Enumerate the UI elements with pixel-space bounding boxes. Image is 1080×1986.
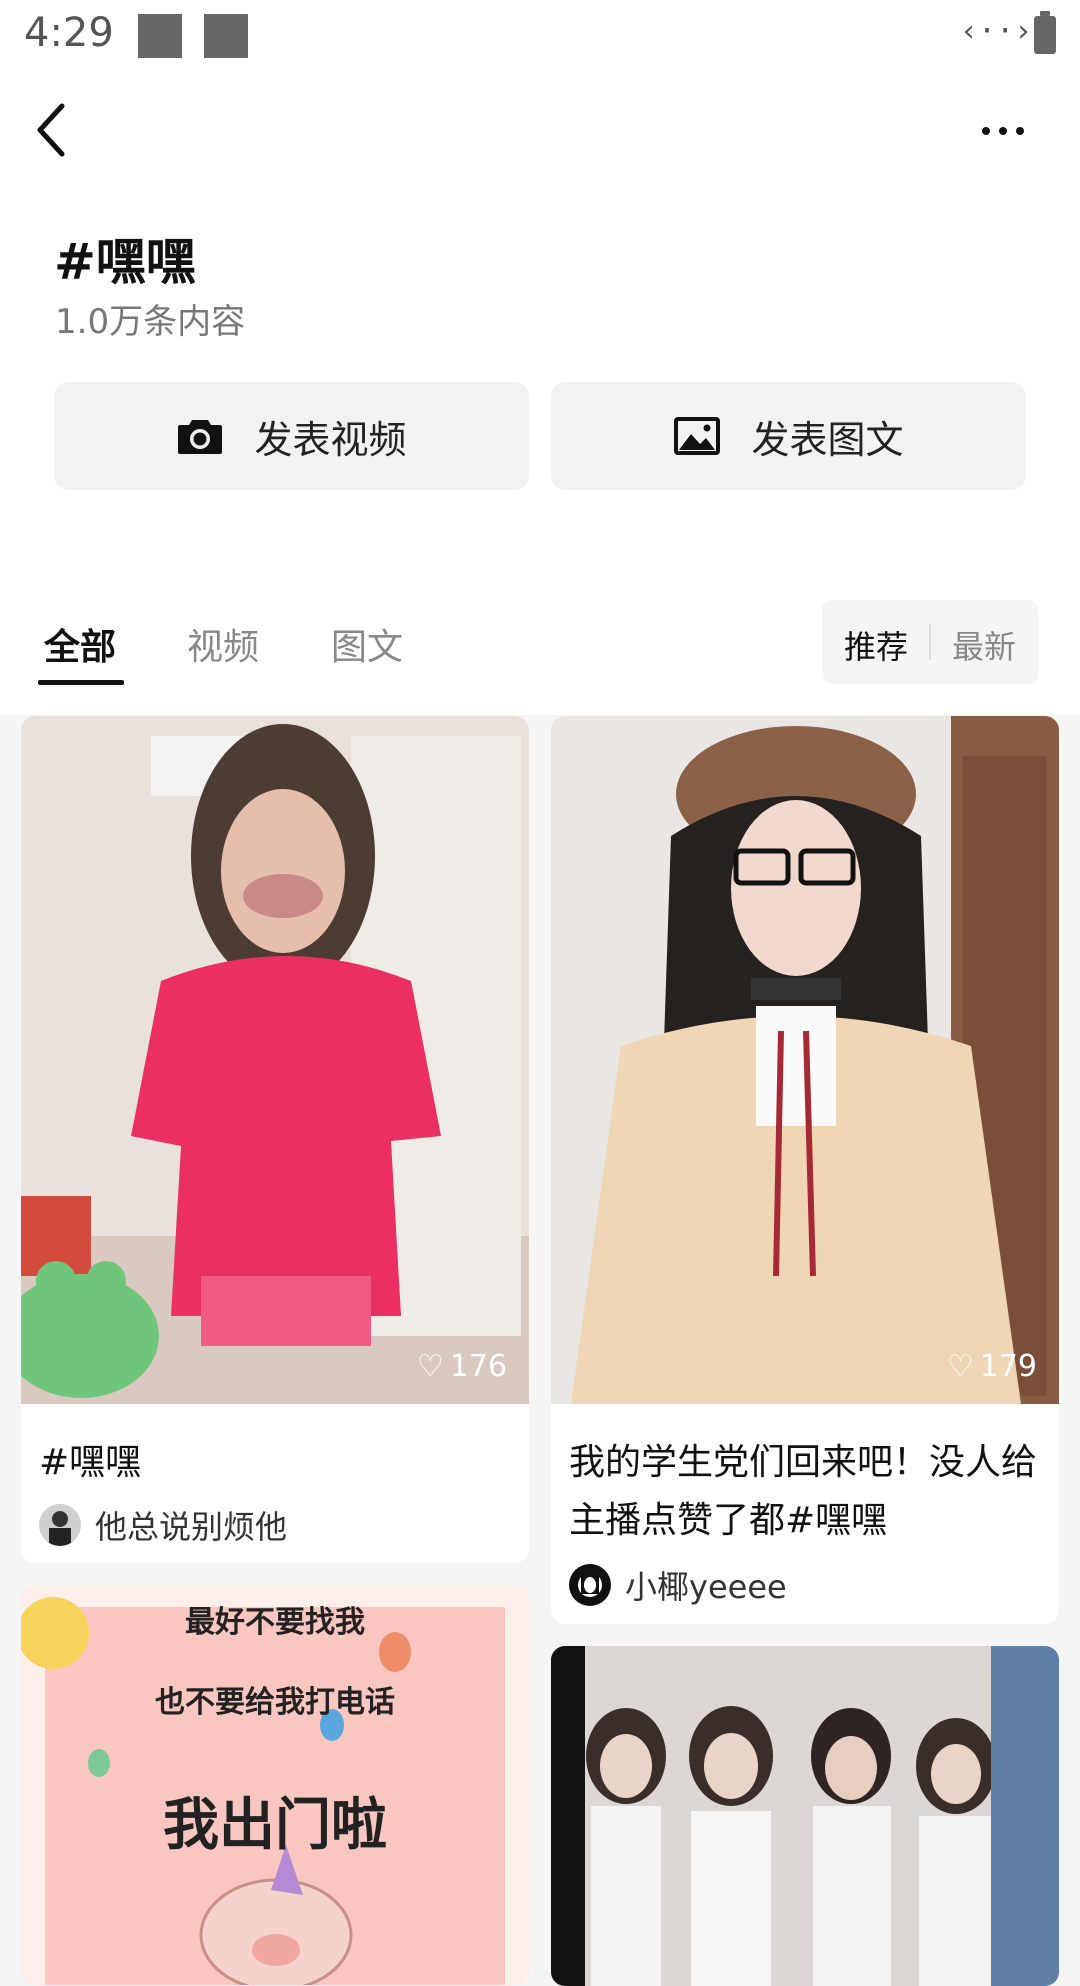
author-name: 小椰yeeee xyxy=(625,1568,787,1606)
feed-card[interactable]: 最好不要找我 也不要给我打电话 我出门啦 xyxy=(21,1585,529,1985)
publish-video-button[interactable]: 发表视频 xyxy=(54,382,529,490)
feed-card[interactable]: ♡ 176 #嘿嘿 他总说别烦他 xyxy=(21,716,529,1563)
tab-all[interactable]: 全部 xyxy=(44,618,116,670)
tab-image-text[interactable]: 图文 xyxy=(331,618,403,670)
tab-video[interactable]: 视频 xyxy=(187,618,259,670)
author[interactable]: 小椰yeeee xyxy=(569,1562,787,1608)
video-thumbnail[interactable]: ♡ 179 xyxy=(551,716,1059,1404)
sort-toggle: 推荐 最新 xyxy=(822,600,1038,684)
camera-icon xyxy=(178,420,223,454)
like-count-value: 179 xyxy=(979,1349,1037,1384)
card-title: 我的学生党们回来吧！没人给主播点赞了都#嘿嘿 xyxy=(569,1442,1038,1541)
heart-icon: ♡ xyxy=(946,1349,974,1384)
active-tab-indicator xyxy=(38,680,124,685)
content-count: 1.0万条内容 xyxy=(55,302,246,342)
more-dots-icon xyxy=(999,127,1007,135)
video-thumbnail[interactable] xyxy=(551,1646,1059,1986)
publish-video-label: 发表视频 xyxy=(254,417,407,462)
more-dots-icon xyxy=(982,127,990,135)
like-count: ♡ 179 xyxy=(947,1349,1037,1384)
video-thumbnail[interactable]: ♡ 176 xyxy=(21,716,529,1404)
page-title: #嘿嘿 xyxy=(54,233,196,291)
publish-image-button[interactable]: 发表图文 xyxy=(551,382,1026,490)
author[interactable]: 他总说别烦他 xyxy=(39,1502,287,1548)
avatar xyxy=(39,1504,81,1546)
like-count-value: 176 xyxy=(449,1349,507,1384)
avatar xyxy=(569,1564,611,1606)
heart-icon: ♡ xyxy=(416,1349,444,1384)
notification-icon xyxy=(204,14,248,58)
image-icon xyxy=(674,417,721,455)
poster-text: 也不要给我打电话 xyxy=(155,1685,395,1720)
author-name: 他总说别烦他 xyxy=(95,1508,288,1546)
sort-latest[interactable]: 最新 xyxy=(952,622,1016,668)
feed-card[interactable]: ♡ 179 我的学生党们回来吧！没人给主播点赞了都#嘿嘿 小椰yeeee xyxy=(551,716,1059,1624)
like-count: ♡ 176 xyxy=(417,1349,507,1384)
publish-image-label: 发表图文 xyxy=(751,417,904,462)
image-thumbnail[interactable]: 最好不要找我 也不要给我打电话 我出门啦 xyxy=(21,1585,529,1985)
more-button[interactable] xyxy=(972,108,1032,152)
notification-icon xyxy=(138,14,182,58)
card-title: #嘿嘿 xyxy=(39,1442,142,1483)
network-icon: ‹··› xyxy=(960,14,1033,49)
back-arrow-icon xyxy=(37,103,65,157)
more-dots-icon xyxy=(1016,127,1024,135)
feed-card[interactable] xyxy=(551,1646,1059,1986)
poster-text: 我出门啦 xyxy=(163,1793,387,1858)
back-button[interactable] xyxy=(28,98,80,162)
status-time: 4:29 xyxy=(24,10,114,56)
sort-divider xyxy=(929,624,931,660)
battery-icon xyxy=(1034,11,1056,54)
poster-text: 最好不要找我 xyxy=(185,1605,365,1640)
status-bar: 4:29 ‹··› xyxy=(0,0,1080,75)
sort-recommended[interactable]: 推荐 xyxy=(844,622,908,668)
